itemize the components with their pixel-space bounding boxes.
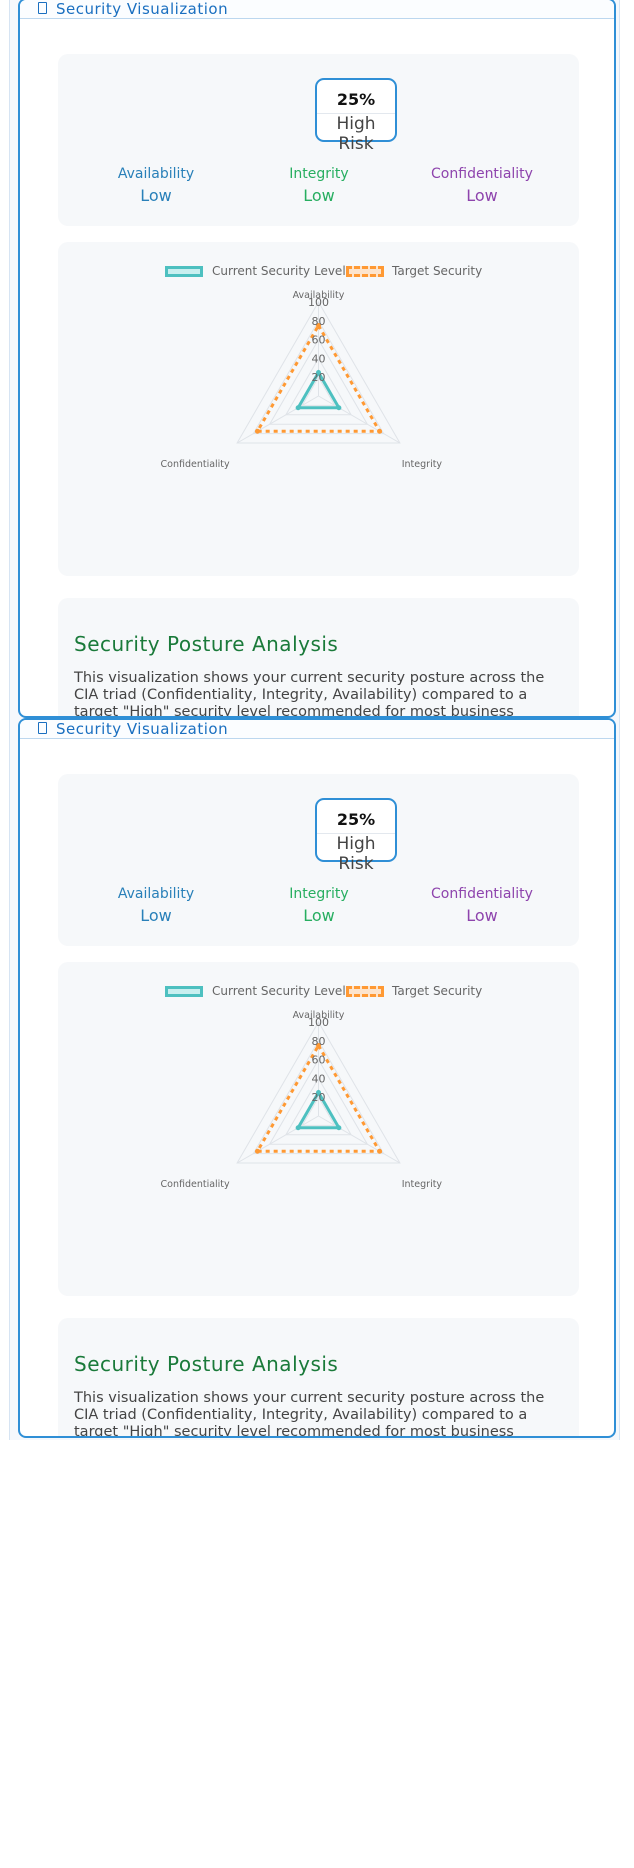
risk-percent: 25% <box>336 90 376 109</box>
cia-confidentiality: Confidentiality Low <box>402 886 562 925</box>
axis-label: Availability <box>293 290 345 301</box>
tick-label: 80 <box>312 1035 326 1048</box>
cia-value: Low <box>303 906 335 925</box>
axis-label: Integrity <box>402 1179 443 1190</box>
tick-label: 60 <box>312 334 326 347</box>
tick-label: 40 <box>312 352 326 365</box>
risk-summary-card: 25% High Risk Availability Low Integrity… <box>58 54 579 226</box>
panel-title: Security Visualization <box>56 0 229 18</box>
radar-chart: 20406080100AvailabilityIntegrityConfiden… <box>161 1010 443 1190</box>
panel-header: Security Visualization <box>20 0 614 19</box>
legend-label-current[interactable]: Current Security Levels <box>212 264 352 278</box>
shield-icon <box>38 722 47 734</box>
data-point <box>254 1148 260 1154</box>
analysis-title: Security Posture Analysis <box>74 632 339 656</box>
tick-label: 20 <box>312 371 326 384</box>
risk-level: High Risk <box>317 833 395 874</box>
legend-swatch-current[interactable] <box>165 266 203 277</box>
data-point <box>295 1125 301 1131</box>
cia-value: Low <box>466 906 498 925</box>
tick-label: 20 <box>312 1091 326 1104</box>
panel-header: Security Visualization <box>20 720 614 739</box>
axis-label: Integrity <box>402 459 443 470</box>
cia-value: Low <box>140 906 172 925</box>
radar-chart: 20406080100AvailabilityIntegrityConfiden… <box>161 290 443 470</box>
tick-label: 40 <box>312 1072 326 1085</box>
legend-swatch-target[interactable] <box>346 266 384 277</box>
legend-label-target[interactable]: Target Security <box>392 264 482 278</box>
panel-title: Security Visualization <box>56 720 229 738</box>
cia-label: Integrity <box>289 886 349 902</box>
legend-label-current[interactable]: Current Security Levels <box>212 984 352 998</box>
tick-label: 80 <box>312 315 326 328</box>
radar-chart-card: Current Security Levels Target Security … <box>58 242 579 576</box>
data-point <box>336 405 342 411</box>
cia-value: Low <box>140 186 172 205</box>
analysis-title: Security Posture Analysis <box>74 1352 339 1376</box>
axis-spoke <box>236 395 319 444</box>
risk-badge: 25% High Risk <box>315 798 397 874</box>
analysis-text: This visualization shows your current se… <box>74 670 545 718</box>
radar-chart-card: Current Security Levels Target Security … <box>58 962 579 1296</box>
cia-label: Availability <box>117 886 195 902</box>
axis-spoke <box>236 1115 319 1164</box>
data-point <box>377 1148 383 1154</box>
security-visualization-panel: Security Visualization 25% High Risk Ava… <box>18 718 616 1438</box>
legend-swatch-current[interactable] <box>165 986 203 997</box>
cia-availability: Availability Low <box>76 166 236 205</box>
axis-spoke <box>318 1115 401 1164</box>
cia-confidentiality: Confidentiality Low <box>402 166 562 205</box>
data-point <box>377 428 383 434</box>
cia-label: Confidentiality <box>431 166 533 182</box>
cia-availability: Availability Low <box>76 886 236 925</box>
data-point <box>336 1125 342 1131</box>
analysis-text: This visualization shows your current se… <box>74 1390 545 1438</box>
security-visualization-panel: Security Visualization 25% High Risk Ava… <box>18 0 616 718</box>
risk-percent: 25% <box>336 810 376 829</box>
legend-label-target[interactable]: Target Security <box>392 984 482 998</box>
axis-spoke <box>318 395 401 444</box>
shield-icon <box>38 2 47 14</box>
data-point <box>254 428 260 434</box>
analysis-card: Security Posture Analysis This visualiza… <box>58 1318 579 1438</box>
cia-integrity: Integrity Low <box>239 166 399 205</box>
cia-label: Availability <box>117 166 195 182</box>
risk-level: High Risk <box>317 113 395 154</box>
analysis-card: Security Posture Analysis This visualiza… <box>58 598 579 718</box>
cia-label: Confidentiality <box>431 886 533 902</box>
cia-value: Low <box>303 186 335 205</box>
chart-legend: Current Security Levels Target Security <box>58 984 579 1000</box>
chart-legend: Current Security Levels Target Security <box>58 264 579 280</box>
axis-label: Confidentiality <box>161 459 231 470</box>
cia-value: Low <box>466 186 498 205</box>
axis-label: Availability <box>293 1010 345 1021</box>
tick-label: 60 <box>312 1054 326 1067</box>
cia-integrity: Integrity Low <box>239 886 399 925</box>
risk-summary-card: 25% High Risk Availability Low Integrity… <box>58 774 579 946</box>
legend-swatch-target[interactable] <box>346 986 384 997</box>
data-point <box>295 405 301 411</box>
cia-label: Integrity <box>289 166 349 182</box>
risk-badge: 25% High Risk <box>315 78 397 154</box>
axis-label: Confidentiality <box>161 1179 231 1190</box>
